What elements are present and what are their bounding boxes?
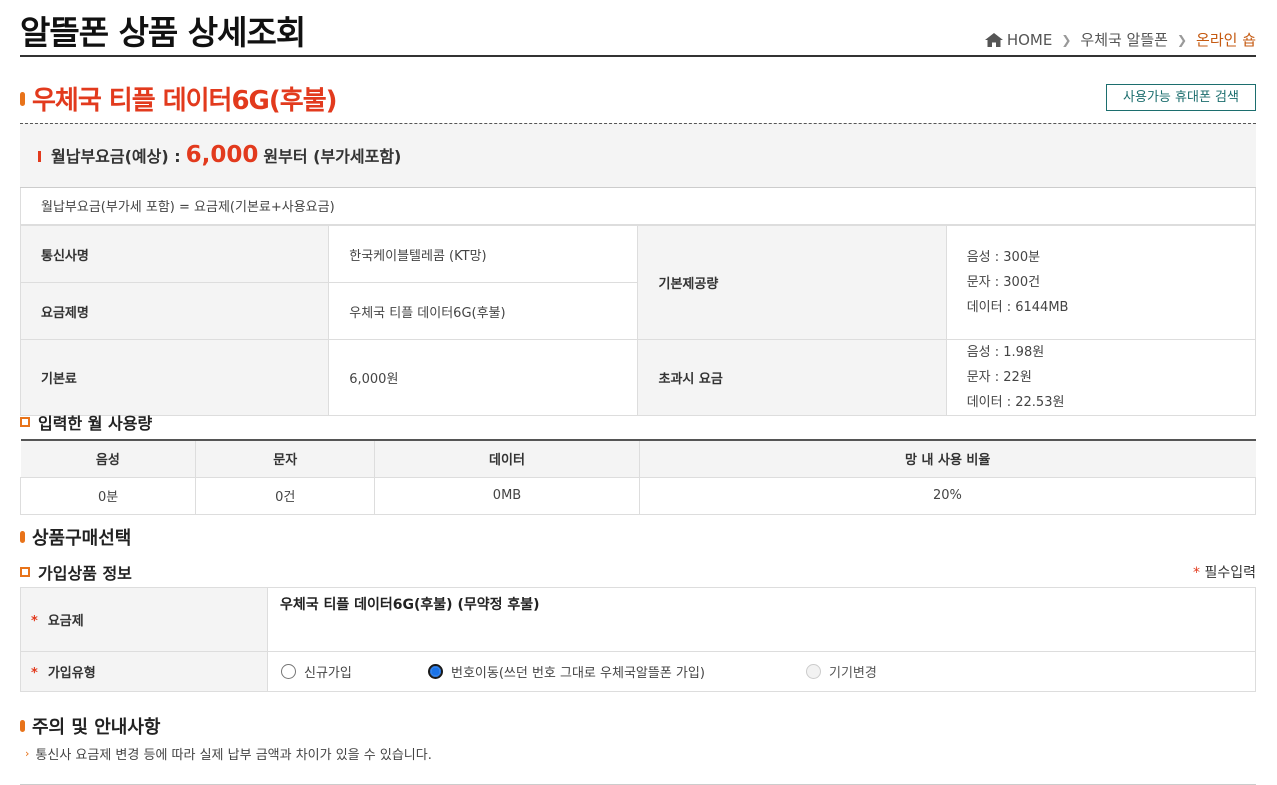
breadcrumb-online-shop[interactable]: 온라인 숍 [1196,29,1256,50]
usage-col-data: 데이터 [374,440,640,478]
required-star: * [1193,565,1201,581]
purchase-heading: 상품구매선택 [20,524,131,550]
provided-sms: 문자 : 300건 [966,275,1041,290]
join-info-heading-text: 가입상품 정보 [38,564,132,583]
join-type-radio-group: 신규가입 번호이동(쓰던 번호 그대로 우체국알뜰폰 가입) 기기변경 [268,652,1255,691]
usage-col-sms: 문자 [195,440,375,478]
breadcrumb: HOME ❯ 우체국 알뜰폰 ❯ 온라인 숍 [984,29,1256,50]
phone-search-button[interactable]: 사용가능 휴대폰 검색 [1106,84,1256,111]
notice-item-text: 통신사 요금제 변경 등에 따라 실제 납부 금액과 차이가 있을 수 있습니다… [35,748,432,763]
bullet-icon [20,91,25,106]
purchase-heading-text: 상품구매선택 [32,528,132,549]
radio-new-join-label: 신규가입 [304,666,352,681]
fee-formula: 월납부요금(부가세 포함) = 요금제(기본료+사용요금) [20,188,1256,225]
usage-col-voice: 음성 [20,440,196,478]
fee-prefix: 월납부요금(예상) : [51,147,181,166]
usage-col-ratio: 망 내 사용 비율 [638,440,1256,478]
join-type-label-text: 가입유형 [47,666,96,681]
usage-heading-text: 입력한 월 사용량 [38,414,153,433]
square-bullet-icon [20,417,30,427]
overage-data: 데이터 : 22.53원 [966,395,1065,410]
required-star: * [31,614,38,629]
bar-icon [38,151,41,162]
radio-number-port-label: 번호이동(쓰던 번호 그대로 우체국알뜰폰 가입) [451,666,705,681]
overage-values: 음성 : 1.98원 문자 : 22원 데이터 : 22.53원 [945,339,1257,416]
overage-label: 초과시 요금 [637,339,947,416]
provided-voice: 음성 : 300분 [966,250,1041,265]
plan-info-table: 통신사명 한국케이블텔레콤 (KT망) 기본제공량 음성 : 300분 문자 :… [19,225,1257,416]
radio-device-change-label: 기기변경 [829,666,877,681]
usage-sms: 0건 [195,476,376,515]
radio-button-selected[interactable] [428,664,443,679]
radio-new-join[interactable]: 신규가입 [281,662,428,681]
chevron-right-icon: ❯ [1176,32,1188,47]
join-plan-label: * 요금제 [20,587,268,652]
overage-voice: 음성 : 1.98원 [966,345,1045,360]
notice-heading-text: 주의 및 안내사항 [32,717,161,738]
page-header: 알뜰폰 상품 상세조회 HOME ❯ 우체국 알뜰폰 ❯ 온라인 숍 [20,0,1256,57]
join-info-table: * 요금제 우체국 티플 데이터6G(후불) (무약정 후불) * 가입유형 신규가… [20,587,1256,692]
join-plan-value: 우체국 티플 데이터6G(후불) (무약정 후불) [267,587,1256,652]
join-info-heading: 가입상품 정보 [20,560,132,584]
notice-item: › 통신사 요금제 변경 등에 따라 실제 납부 금액과 차이가 있을 수 있습… [25,744,432,763]
usage-table: 음성 문자 데이터 망 내 사용 비율 0분 0건 0MB 20% [19,439,1257,515]
monthly-fee-line: 월납부요금(예상) : 6,000 원부터 (부가세포함) [38,142,401,168]
provided-data: 데이터 : 6144MB [966,300,1069,315]
plan-title-row: 우체국 티플 데이터6G(후불) [20,80,338,117]
chevron-right-icon: › [25,747,30,760]
base-fee-label: 기본료 [19,339,330,416]
chevron-right-icon: ❯ [1061,32,1072,47]
join-type-options: 신규가입 번호이동(쓰던 번호 그대로 우체국알뜰폰 가입) 기기변경 [267,651,1256,692]
square-bullet-icon [20,567,30,577]
breadcrumb-home[interactable]: HOME [1007,31,1053,49]
radio-button-disabled [806,664,821,679]
required-star: * [31,666,38,681]
fee-suffix: 원부터 (부가세포함) [263,147,402,166]
fee-amount: 6,000 [185,142,259,168]
overage-sms: 문자 : 22원 [966,370,1032,385]
provided-values: 음성 : 300분 문자 : 300건 데이터 : 6144MB [945,225,1257,340]
plan-name-label: 요금제명 [19,282,330,340]
provided-label: 기본제공량 [637,225,947,340]
required-note: * 필수입력 [1193,562,1256,582]
breadcrumb-mvno[interactable]: 우체국 알뜰폰 [1080,29,1168,50]
plan-title: 우체국 티플 데이터6G(후불) [32,86,338,116]
usage-ratio: 20% [638,476,1257,515]
carrier-label: 통신사명 [19,225,330,283]
radio-number-port[interactable]: 번호이동(쓰던 번호 그대로 우체국알뜰폰 가입) [428,662,806,681]
join-plan-label-text: 요금제 [47,614,84,629]
carrier-value: 한국케이블텔레콤 (KT망) [328,225,639,283]
home-icon [984,32,1003,47]
plan-name-value: 우체국 티플 데이터6G(후불) [328,282,639,340]
usage-heading: 입력한 월 사용량 [20,410,152,434]
bullet-icon [20,531,25,543]
radio-button[interactable] [281,664,296,679]
usage-data: 0MB [374,476,640,515]
required-note-text: 필수입력 [1204,565,1256,581]
page-title: 알뜰폰 상품 상세조회 [20,13,306,52]
join-type-label: * 가입유형 [20,651,268,692]
radio-device-change: 기기변경 [806,662,877,681]
bullet-icon [20,720,25,732]
monthly-fee-box: 월납부요금(예상) : 6,000 원부터 (부가세포함) [20,123,1256,188]
base-fee-value: 6,000원 [328,339,639,416]
notice-heading: 주의 및 안내사항 [20,713,160,739]
usage-voice: 0분 [19,476,197,515]
